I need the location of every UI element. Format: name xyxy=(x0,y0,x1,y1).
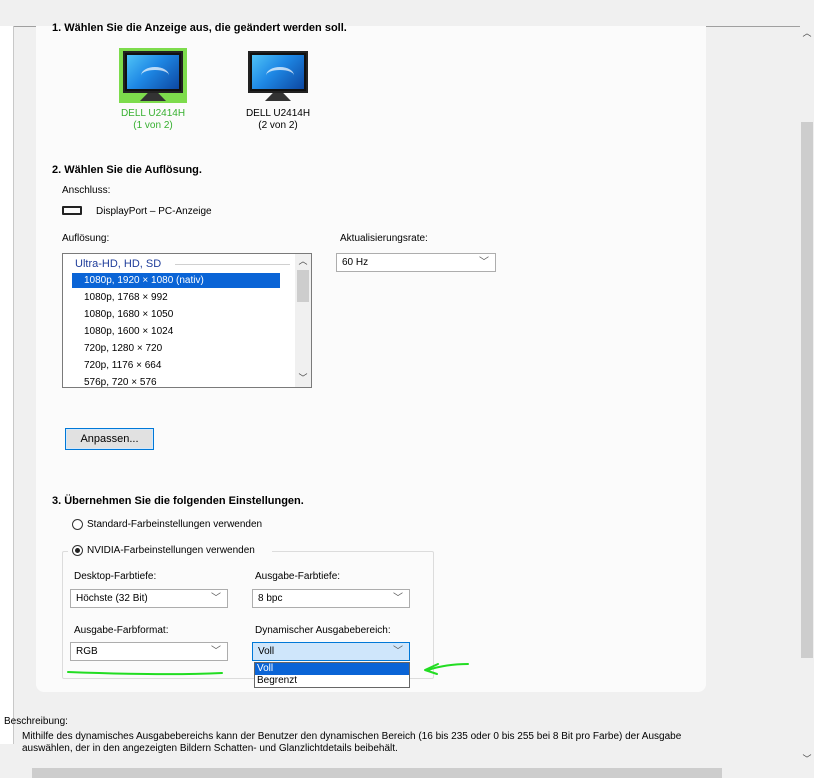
description-line1: Mithilfe des dynamisches Ausgabebereichs… xyxy=(22,731,682,742)
chevron-down-icon: ﹀ xyxy=(211,646,221,657)
monitor-2[interactable]: DELL U2414H (2 von 2) xyxy=(233,48,323,132)
radio-nvidia-label: NVIDIA-Farbeinstellungen verwenden xyxy=(87,545,255,556)
radio-default-colors[interactable] xyxy=(72,519,83,530)
monitor-icon xyxy=(123,51,183,93)
chevron-down-icon: ﹀ xyxy=(393,593,403,604)
desktop-depth-label: Desktop-Farbtiefe: xyxy=(74,571,157,582)
description-line2: auswählen, der in den angezeigten Bilder… xyxy=(22,743,398,754)
chevron-down-icon[interactable]: ﹀ xyxy=(295,371,311,385)
resolution-label: Auflösung: xyxy=(62,233,110,244)
chevron-down-icon[interactable]: ﹀ xyxy=(799,752,814,766)
refresh-rate-value: 60 Hz xyxy=(342,257,369,268)
dynamic-range-value: Voll xyxy=(258,646,275,657)
displayport-icon xyxy=(62,206,82,215)
annotation-marks xyxy=(67,663,469,676)
resolution-item[interactable]: 720p, 1176 × 664 xyxy=(72,358,280,373)
resolution-item[interactable]: 720p, 1280 × 720 xyxy=(72,341,280,356)
left-navigation-panel xyxy=(0,26,14,744)
dynamic-range-label: Dynamischer Ausgabebereich: xyxy=(255,625,391,636)
resolution-item[interactable]: 1080p, 1768 × 992 xyxy=(72,290,280,305)
refresh-rate-select[interactable]: 60 Hz ﹀ xyxy=(336,253,496,272)
resolution-item[interactable]: 1080p, 1680 × 1050 xyxy=(72,307,280,322)
monitor-1-index: (1 von 2) xyxy=(133,120,173,131)
connection-label: Anschluss: xyxy=(62,185,111,196)
output-depth-label: Ausgabe-Farbtiefe: xyxy=(255,571,341,582)
chevron-down-icon: ﹀ xyxy=(479,257,489,268)
scrollbar-thumb[interactable] xyxy=(32,768,722,778)
resolution-group-heading: Ultra-HD, HD, SD xyxy=(75,258,162,270)
customize-button[interactable]: Anpassen... xyxy=(65,428,154,450)
output-depth-select[interactable]: 8 bpc ﹀ xyxy=(252,589,410,608)
desktop-depth-select[interactable]: Höchste (32 Bit) ﹀ xyxy=(70,589,228,608)
resolution-item[interactable]: 576p, 720 × 576 xyxy=(72,375,280,387)
resolution-item[interactable]: 1080p, 1600 × 1024 xyxy=(72,324,280,339)
chevron-down-icon: ﹀ xyxy=(211,593,221,604)
scrollbar-thumb[interactable] xyxy=(801,122,813,658)
chevron-up-icon[interactable]: ︿ xyxy=(295,254,311,268)
desktop-depth-value: Höchste (32 Bit) xyxy=(76,593,148,604)
main-horizontal-scrollbar[interactable] xyxy=(14,766,800,778)
section3-title: 3. Übernehmen Sie die folgenden Einstell… xyxy=(52,495,304,507)
connection-value: DisplayPort – PC-Anzeige xyxy=(96,206,212,217)
radio-default-label: Standard-Farbeinstellungen verwenden xyxy=(87,519,263,530)
description-label: Beschreibung: xyxy=(4,716,68,727)
monitor-1-name: DELL U2414H xyxy=(120,108,186,119)
annotation-underline xyxy=(67,671,223,676)
radio-nvidia-colors[interactable] xyxy=(72,545,83,556)
output-format-label: Ausgabe-Farbformat: xyxy=(74,625,169,636)
refresh-rate-label: Aktualisierungsrate: xyxy=(340,233,428,244)
chevron-down-icon: ﹀ xyxy=(393,646,403,657)
output-depth-value: 8 bpc xyxy=(258,593,283,604)
output-format-value: RGB xyxy=(76,646,98,657)
section1-title: 1. Wählen Sie die Anzeige aus, die geänd… xyxy=(52,22,347,34)
monitor-1-highlight xyxy=(119,48,187,103)
monitor-2-index: (2 von 2) xyxy=(258,120,298,131)
monitor-2-name: DELL U2414H xyxy=(245,108,311,119)
resolution-item[interactable]: 1080p, 1920 × 1080 (nativ) xyxy=(72,273,280,288)
section2-title: 2. Wählen Sie die Auflösung. xyxy=(52,164,202,176)
resolution-list[interactable]: Ultra-HD, HD, SD 1080p, 1920 × 1080 (nat… xyxy=(62,253,312,388)
chevron-up-icon[interactable]: ︿ xyxy=(799,26,814,40)
main-vertical-scrollbar[interactable]: ︿ ﹀ xyxy=(800,26,814,770)
monitor-1[interactable]: DELL U2414H (1 von 2) xyxy=(108,48,198,132)
customize-button-label: Anpassen... xyxy=(80,433,139,445)
output-format-select[interactable]: RGB ﹀ xyxy=(70,642,228,661)
monitor-icon xyxy=(248,51,308,93)
resolution-list-scrollbar[interactable]: ︿ ﹀ xyxy=(295,254,311,387)
scrollbar-thumb[interactable] xyxy=(297,270,309,302)
dynamic-range-select[interactable]: Voll ﹀ xyxy=(252,642,410,661)
